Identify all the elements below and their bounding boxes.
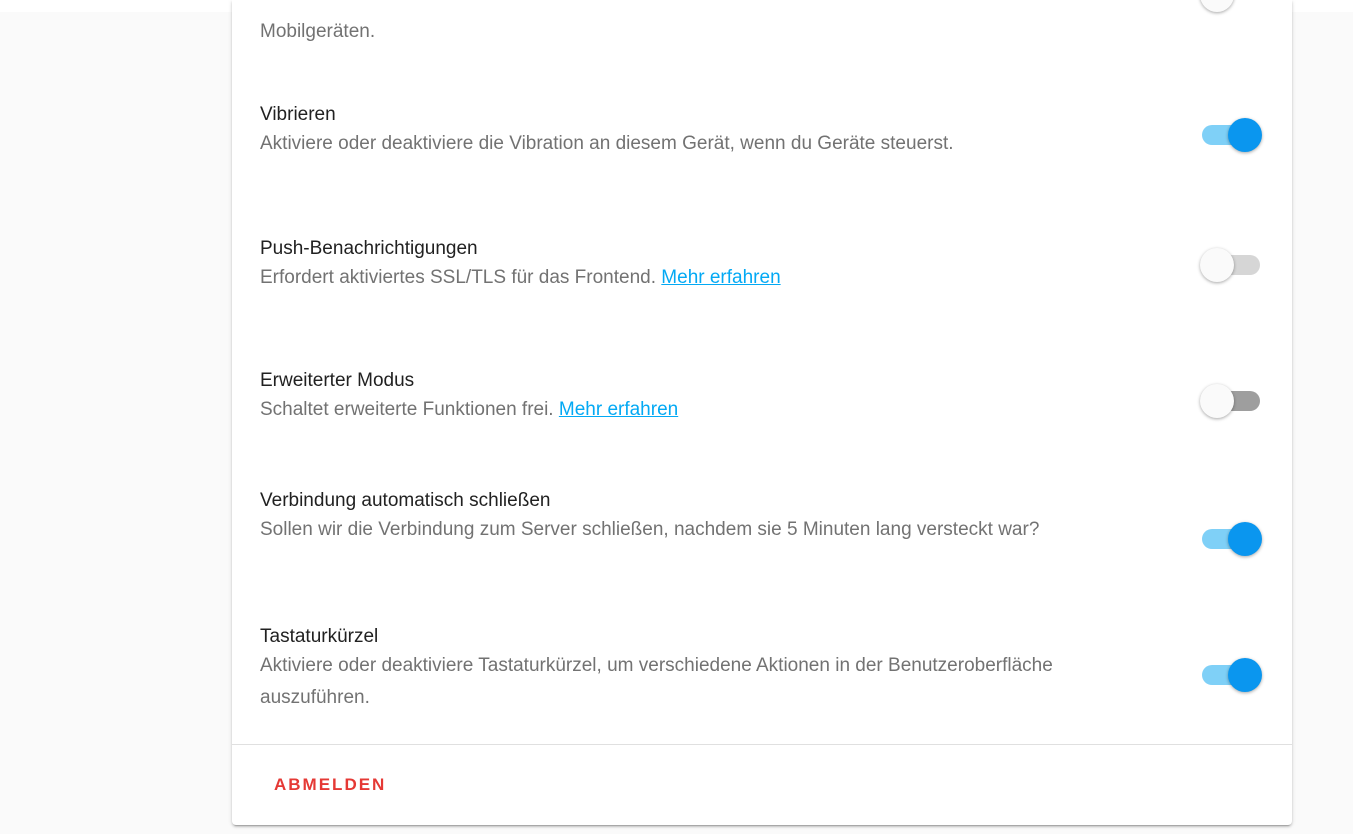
setting-title: Vibrieren [260, 104, 336, 125]
setting-title: Verbindung automatisch schließen [260, 490, 551, 511]
setting-description: Schaltet erweiterte Funktionen frei. Meh… [260, 399, 679, 420]
setting-description: Aktiviere oder deaktiviere Tastaturkürze… [260, 655, 1053, 708]
toggle-thumb [1200, 248, 1234, 282]
advanced-mode-toggle[interactable] [1200, 382, 1264, 418]
vibrate-toggle[interactable] [1200, 116, 1264, 152]
learn-more-link[interactable]: Mehr erfahren [661, 267, 780, 288]
toggle-thumb [1228, 658, 1262, 692]
setting-description: Erfordert aktiviertes SSL/TLS für das Fr… [260, 267, 781, 288]
setting-title: Push-Benachrichtigungen [260, 238, 478, 259]
push-toggle[interactable] [1200, 246, 1264, 282]
card-actions-divider [232, 744, 1292, 745]
toggle-thumb [1200, 384, 1234, 418]
logout-button[interactable]: ABMELDEN [274, 775, 386, 795]
learn-more-link[interactable]: Mehr erfahren [559, 399, 678, 420]
setting-description: Sollen wir die Verbindung zum Server sch… [260, 519, 1040, 540]
setting-title: Erweiterter Modus [260, 370, 415, 391]
setting-description: Aktiviere oder deaktiviere die Vibration… [260, 133, 954, 154]
toggle-thumb [1228, 522, 1262, 556]
auto-close-toggle[interactable] [1200, 520, 1264, 556]
previous-toggle-thumb[interactable] [1200, 0, 1234, 12]
keyboard-shortcuts-toggle[interactable] [1200, 656, 1264, 692]
toggle-thumb [1228, 118, 1262, 152]
settings-card: Mobilgeräten. Vibrieren Aktiviere oder d… [232, 0, 1292, 825]
setting-title: Tastaturkürzel [260, 626, 379, 647]
previous-setting-description: Mobilgeräten. [260, 21, 376, 42]
